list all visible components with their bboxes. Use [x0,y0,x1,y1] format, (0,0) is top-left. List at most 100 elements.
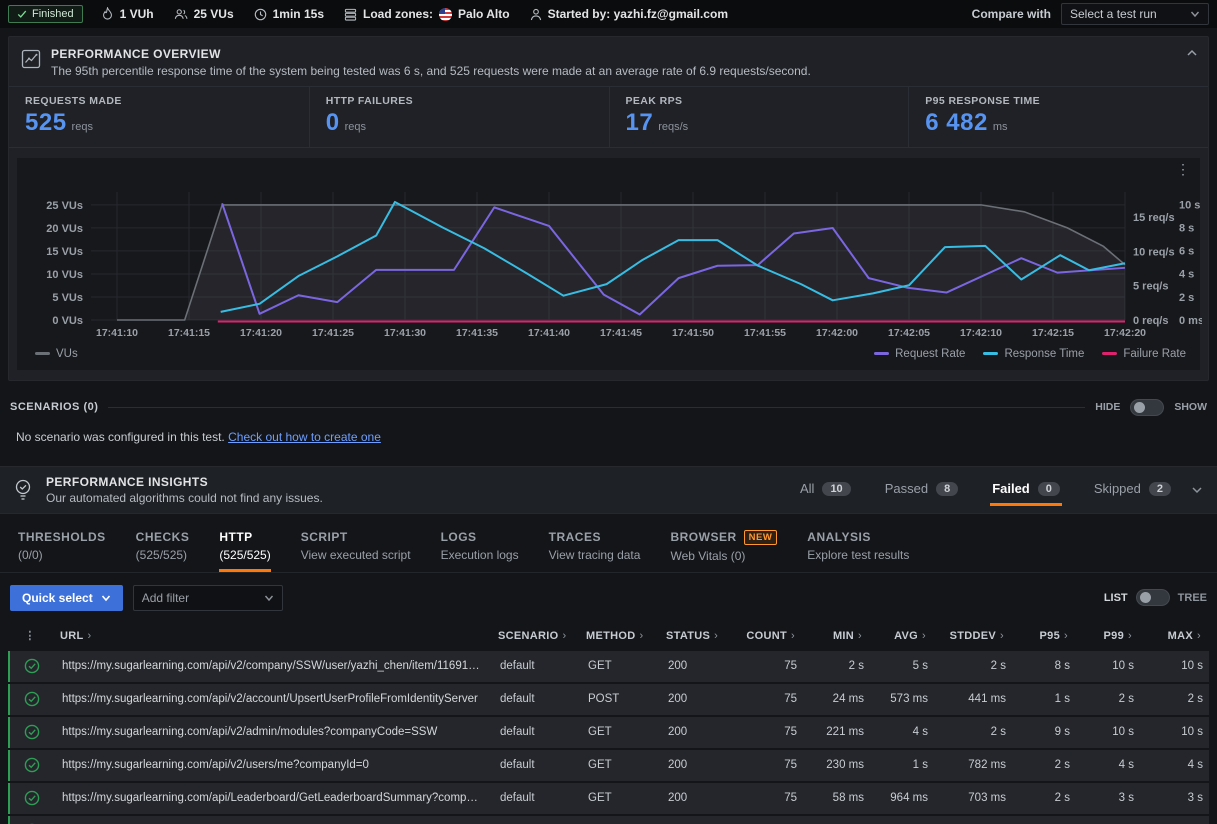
sort-chevron-icon: › [1128,630,1132,642]
tab-http[interactable]: HTTP (525/525) [219,530,270,572]
insights-filter-failed[interactable]: Failed0 [990,475,1062,504]
tab-checks[interactable]: CHECKS(525/525) [136,530,190,572]
stat-value: 6 482 [925,109,988,137]
cell-url[interactable]: https://my.sugarlearning.com/api/v2/comp… [54,660,492,672]
legend-item-request-rate[interactable]: Request Rate [874,348,965,360]
cell-p95: 2 s [1014,792,1078,804]
column-header-avg[interactable]: AVG› [870,630,934,642]
column-header-label: P99 [1104,630,1124,642]
create-scenario-link[interactable]: Check out how to create one [228,430,381,444]
compare-select-value: Select a test run [1070,7,1157,21]
filter-label: Skipped [1094,481,1141,496]
filter-count-badge: 0 [1038,482,1060,496]
success-check-icon [10,790,54,806]
legend-label: Failure Rate [1123,348,1186,360]
tab-thresholds[interactable]: THRESHOLDS(0/0) [18,530,106,572]
hide-show-toggle[interactable] [1130,399,1164,416]
legend-label: Response Time [1004,348,1084,360]
tab-logs[interactable]: LOGSExecution logs [441,530,519,572]
legend-item-response-time[interactable]: Response Time [983,348,1084,360]
cell-url[interactable]: https://my.sugarlearning.com/api/v2/user… [54,759,492,771]
topbar-metric-label: 25 VUs [194,7,234,21]
column-header-p95[interactable]: P95› [1012,630,1076,642]
table-header-menu-icon[interactable]: ⋮ [8,629,52,642]
stat-value: 17 [626,109,654,137]
stat-peak-rps: PEAK RPS17reqs/s [609,87,909,147]
tab-label-text: CHECKS [136,530,190,544]
legend-label: VUs [56,348,78,360]
column-header-method[interactable]: METHOD› [578,630,658,642]
collapse-panel-icon[interactable] [1186,47,1198,59]
insights-title: PERFORMANCE INSIGHTS [46,475,786,489]
cell-url[interactable]: https://my.sugarlearning.com/api/v2/acco… [54,693,492,705]
cell-method: GET [580,792,660,804]
insights-filter-skipped[interactable]: Skipped2 [1092,475,1173,504]
stat-value-row: 6 482 ms [925,109,1192,137]
list-tree-toggle[interactable] [1136,589,1170,606]
tab-label-text: HTTP [219,530,252,544]
cell-url[interactable]: https://my.sugarlearning.com/api/v2/admi… [54,726,492,738]
column-header-scenario[interactable]: SCENARIO› [490,630,578,642]
tab-label: LOGS [441,530,519,544]
table-row[interactable]: https://my.sugarlearning.com/api/Leaderb… [8,783,1209,814]
column-header-p99[interactable]: P99 › [1076,630,1140,642]
topbar-metric-1: 25 VUs [174,7,234,21]
http-table: ⋮URL›SCENARIO›METHOD›STATUS›COUNT›MIN›AV… [0,621,1217,824]
filter-count-badge: 8 [936,482,958,496]
cell-p99: 3 s [1078,792,1142,804]
add-filter-select[interactable]: Add filter [133,585,283,611]
column-header-status[interactable]: STATUS› [658,630,738,642]
svg-text:4 s: 4 s [1179,269,1194,281]
quick-select-button[interactable]: Quick select [10,585,123,611]
table-row[interactable]: https://my.sugarlearning.com/api/v2/user… [8,750,1209,781]
cell-url[interactable]: https://my.sugarlearning.com/api/Leaderb… [54,792,492,804]
svg-text:5 req/s: 5 req/s [1133,281,1168,293]
sort-chevron-icon: › [1064,630,1068,642]
cell-stddev: 782 ms [936,759,1014,771]
column-header-label: COUNT [746,630,787,642]
insights-collapse-icon[interactable] [1191,484,1203,496]
tab-traces[interactable]: TRACESView tracing data [549,530,641,572]
tab-label-text: TRACES [549,530,601,544]
svg-text:10 s: 10 s [1179,199,1200,211]
sort-chevron-icon: › [1000,630,1004,642]
cell-count: 75 [740,693,805,705]
table-row[interactable]: https://my.sugarlearning.com/api/v2/admi… [8,717,1209,748]
overview-chart-card: ⋮ 0 VUs5 VUs10 VUs15 VUs20 VUs25 VUs0 re… [17,158,1200,370]
column-header-count[interactable]: COUNT› [738,630,803,642]
compare-select[interactable]: Select a test run [1061,3,1209,25]
column-header-max[interactable]: MAX› [1140,630,1209,642]
insights-filter-passed[interactable]: Passed 8 [883,475,961,504]
insights-filter-all[interactable]: All10 [798,475,853,504]
table-row[interactable]: https://my.sugarlearning.com/api/v2/acco… [8,684,1209,715]
column-header-stddev[interactable]: STDDEV› [934,630,1012,642]
cell-status: 200 [660,759,740,771]
cell-stddev: 441 ms [936,693,1014,705]
svg-text:6 s: 6 s [1179,246,1194,258]
chart-menu-icon[interactable]: ⋮ [1176,164,1190,174]
success-check-icon [10,691,54,707]
cell-scenario: default [492,660,580,672]
sort-chevron-icon: › [858,630,862,642]
overview-description: The 95th percentile response time of the… [51,64,811,78]
table-row[interactable]: https://my.sugarlearning.comdefaultGET20… [8,816,1209,824]
legend-item-failure-rate[interactable]: Failure Rate [1102,348,1186,360]
svg-text:17:42:15: 17:42:15 [1032,327,1074,339]
table-row[interactable]: https://my.sugarlearning.com/api/v2/comp… [8,651,1209,682]
cell-min: 221 ms [805,726,872,738]
stat-unit: ms [993,121,1008,133]
column-header-min[interactable]: MIN› [803,630,870,642]
tab-script[interactable]: SCRIPTView executed script [301,530,411,572]
chevron-down-icon [264,593,274,603]
legend-item-vus[interactable]: VUs [35,348,78,360]
column-header-label: SCENARIO [498,630,558,642]
svg-text:17:41:35: 17:41:35 [456,327,498,339]
column-header-url[interactable]: URL› [52,630,490,642]
tab-analysis[interactable]: ANALYSISExplore test results [807,530,909,572]
overview-chart[interactable]: 0 VUs5 VUs10 VUs15 VUs20 VUs25 VUs0 req/… [17,184,1202,342]
tab-browser[interactable]: BROWSERNEWWeb Vitals (0) [670,530,777,572]
tab-sublabel: (525/525) [219,548,270,562]
cell-min: 58 ms [805,792,872,804]
tab-sublabel: View executed script [301,548,411,562]
filter-label: Passed [885,481,928,496]
